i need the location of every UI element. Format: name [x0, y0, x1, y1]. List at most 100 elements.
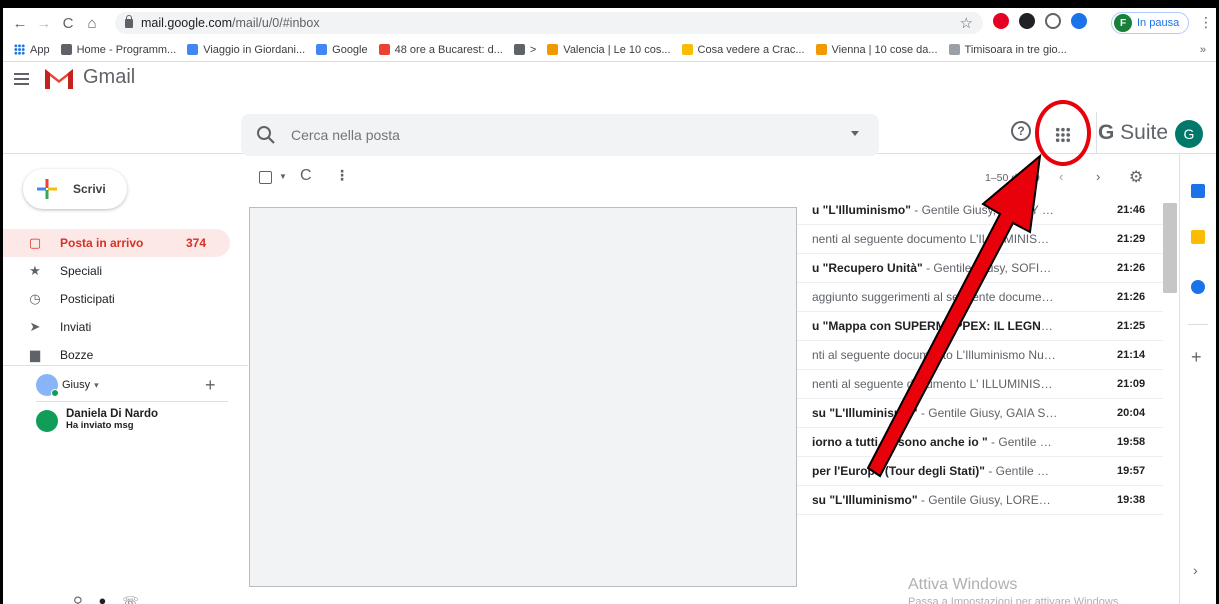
mail-time: 21:26 [1117, 262, 1146, 274]
mail-subject-title: u "Recupero Unità" [812, 261, 923, 275]
gsuite-g: G [1098, 121, 1115, 144]
back-arrow-icon[interactable]: ← [9, 12, 31, 34]
hangouts-bottom-bar: ⚲ ● ☏ [73, 593, 139, 604]
profile-status: In pausa [1137, 17, 1180, 29]
settings-gear-icon[interactable]: ⚙ [1129, 167, 1143, 187]
star-icon: ★ [29, 263, 41, 278]
mail-subject: nti al seguente documento L'Illuminismo … [812, 348, 1058, 362]
chat-bubble-icon[interactable]: ● [99, 593, 107, 604]
mail-snippet: - Gentile Giusy, SOFIA CR... [926, 261, 1058, 275]
gsuite-logo[interactable]: G Suite [1098, 121, 1168, 145]
hangouts-divider [36, 401, 228, 402]
bookmark-label: > [529, 43, 537, 56]
bookmark-item[interactable]: Viaggio in Giordani... [187, 44, 305, 56]
select-all-checkbox[interactable] [259, 171, 272, 184]
keep-icon[interactable] [1191, 230, 1205, 244]
bookmark-star-icon[interactable]: ☆ [960, 14, 973, 32]
lens-extension-icon[interactable] [1071, 13, 1087, 29]
bookmark-item[interactable]: Google [316, 44, 368, 56]
bookmark-favicon-icon [316, 44, 328, 55]
mail-snippet: - Gentile Giusy, GAIA SAN... [917, 406, 1058, 420]
bookmark-item[interactable]: Home - Programm... [60, 44, 176, 56]
tasks-icon[interactable] [1191, 280, 1205, 294]
forward-arrow-icon[interactable]: → [33, 12, 55, 34]
expand-panel-icon[interactable]: › [1193, 562, 1198, 578]
bookmarks-overflow[interactable]: » [1200, 44, 1206, 56]
help-icon[interactable]: ? [1011, 121, 1031, 141]
select-caret-icon[interactable]: ▼ [279, 172, 287, 181]
calendar-icon[interactable] [1191, 184, 1205, 198]
bookmark-favicon-icon [948, 44, 960, 55]
mail-subject: u "L'Illuminismo" - Gentile Giusy, JENNY… [812, 203, 1058, 217]
bookmark-favicon-icon [187, 44, 199, 55]
person-icon[interactable]: ⚲ [73, 594, 83, 604]
gmail-title: Gmail [83, 66, 136, 88]
nav-item[interactable]: ▢ Posta in arrivo 374 [3, 229, 230, 257]
bookmark-item[interactable]: App [14, 44, 50, 56]
bookmark-item[interactable]: > [513, 43, 537, 56]
bookmark-item[interactable]: Valencia | Le 10 cos... [547, 44, 671, 56]
bookmark-favicon-icon [815, 44, 827, 55]
browser-menu-icon[interactable]: ⋮ [1199, 14, 1213, 31]
bookmark-item[interactable]: Vienna | 10 cose da... [815, 44, 938, 56]
mail-subject: aggiunto suggerimenti al seguente docume… [812, 290, 1058, 304]
refresh-icon[interactable]: C [300, 167, 312, 185]
mail-subject-title: u "L'Illuminismo" [812, 203, 911, 217]
mail-toolbar: ▼ C ⋮ 1–50 di 439 ‹ › ⚙ [251, 164, 1171, 194]
online-dot [51, 389, 59, 397]
gsuite-text: Suite [1114, 121, 1169, 144]
search-options-icon[interactable] [851, 131, 859, 136]
profile-button[interactable]: F In pausa [1111, 12, 1189, 34]
account-avatar[interactable]: G [1175, 120, 1203, 148]
nav-label: Inviati [60, 320, 92, 334]
unread-count: 374 [185, 236, 206, 250]
bookmark-favicon-icon [513, 44, 525, 55]
bookmark-item[interactable]: Cosa vedere a Crac... [681, 44, 805, 56]
side-panel: + › [1179, 154, 1216, 604]
home-icon[interactable]: ⌂ [81, 12, 103, 34]
main-menu-icon[interactable] [14, 73, 29, 85]
mail-list-scrollbar[interactable] [1163, 203, 1177, 293]
phone-icon[interactable]: ☏ [122, 594, 138, 604]
bookmark-item[interactable]: Timisoara in tre gio... [948, 44, 1067, 56]
chevron-left-icon[interactable]: ‹ [1059, 169, 1063, 184]
contact-avatar [36, 410, 58, 432]
add-addon-icon[interactable]: + [1191, 347, 1202, 368]
bookmark-item[interactable]: 48 ore a Bucarest: d... [378, 44, 503, 56]
hangouts-contact[interactable]: Daniela Di Nardo Ha inviato msg [36, 408, 158, 432]
caret-down-icon: ▾ [94, 379, 99, 390]
bookmark-favicon-icon [60, 44, 72, 55]
nav-label: Speciali [60, 264, 103, 278]
redacted-area [249, 207, 797, 587]
hangouts-user[interactable]: Giusy ▾ [36, 374, 99, 397]
nav-divider [3, 365, 248, 366]
url-path: /mail/u/0/#inbox [232, 16, 320, 30]
add-contact-icon[interactable]: + [205, 375, 216, 396]
more-vertical-icon[interactable]: ⋮ [335, 167, 349, 184]
bookmark-favicon-icon [681, 44, 693, 55]
search-input[interactable] [291, 127, 811, 143]
mail-snippet: nenti al seguente documento L' ILLUMINIS… [812, 377, 1058, 391]
nav-item[interactable]: ★ Speciali [3, 257, 230, 285]
mail-subject: u "Recupero Unità" - Gentile Giusy, SOFI… [812, 261, 1058, 275]
url-host: mail.google.com [141, 16, 233, 30]
compose-label: Scrivi [73, 182, 106, 196]
gmail-logo-icon[interactable] [43, 66, 75, 90]
address-bar[interactable]: mail.google.com/mail/u/0/#inbox ☆ [115, 12, 983, 34]
bookmark-favicon-icon [547, 44, 559, 55]
pocket-icon[interactable] [1019, 13, 1035, 29]
nav-item[interactable]: ➤ Inviati [3, 313, 230, 341]
chevron-right-icon[interactable]: › [1096, 169, 1100, 184]
clock-icon: ◷ [29, 291, 41, 306]
nav-label: Posticipati [60, 292, 115, 306]
apps-grid-icon[interactable] [1055, 127, 1071, 143]
search-icon[interactable] [255, 124, 277, 146]
nav-item[interactable]: ◷ Posticipati [3, 285, 230, 313]
nav-label: Posta in arrivo [60, 236, 144, 250]
compose-button[interactable]: Scrivi [23, 169, 127, 209]
circle-extension-icon[interactable] [1045, 13, 1061, 29]
mail-time: 21:29 [1117, 233, 1146, 245]
mail-snippet: - G... [1056, 319, 1058, 333]
pinterest-icon[interactable] [993, 13, 1009, 29]
reload-icon[interactable]: C [57, 12, 79, 34]
